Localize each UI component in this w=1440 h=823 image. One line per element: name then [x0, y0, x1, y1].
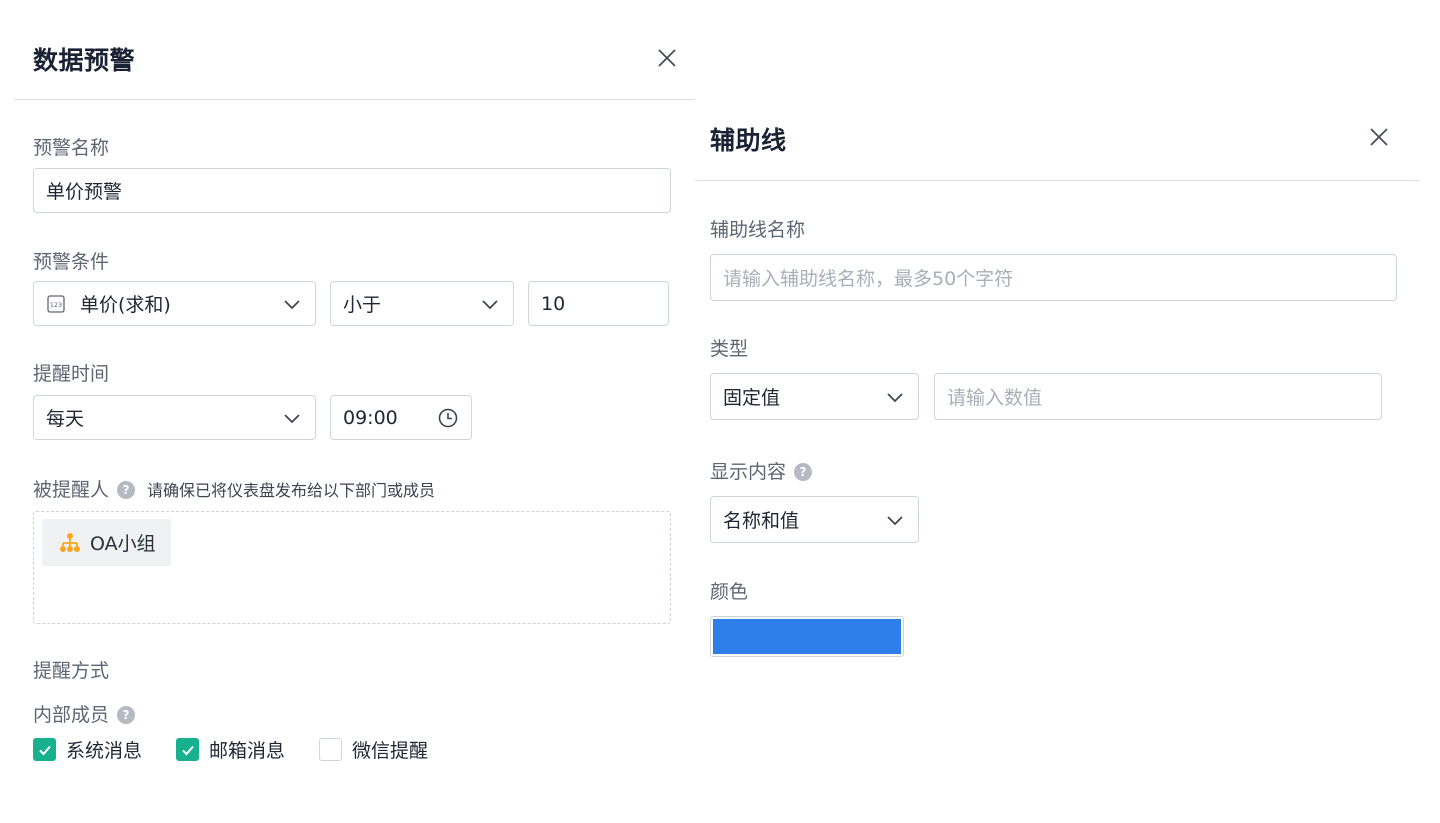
chevron-down-icon [886, 388, 904, 406]
aux-value-input[interactable]: 请输入数值 [934, 373, 1382, 420]
org-structure-icon [60, 532, 80, 552]
checkbox-label: 邮箱消息 [209, 740, 286, 762]
recipients-label: 被提醒人 [33, 479, 110, 501]
checkmark-icon [38, 745, 51, 755]
alert-name-label: 预警名称 [33, 137, 110, 159]
aux-display-label: 显示内容 [710, 461, 787, 483]
data-alert-panel: 数据预警 预警名称 单价预警 预警条件 123 单价(求和) 小于 10 提醒时… [14, 0, 695, 823]
notification-checkboxes: 系统消息 邮箱消息 微信提醒 [33, 736, 462, 763]
aux-value-placeholder: 请输入数值 [947, 387, 1043, 409]
aux-type-select[interactable]: 固定值 [710, 373, 919, 420]
aux-display-value: 名称和值 [723, 510, 800, 532]
time-picker-value: 09:00 [343, 406, 398, 429]
color-fill [713, 619, 901, 654]
alert-time-label: 提醒时间 [33, 363, 110, 385]
recipients-label-row: 被提醒人? 请确保已将仪表盘发布给以下部门或成员 [33, 475, 435, 502]
condition-field-select[interactable]: 123 单价(求和) [33, 281, 316, 326]
svg-text:123: 123 [50, 301, 62, 309]
time-picker-input[interactable]: 09:00 [330, 395, 472, 440]
condition-operator-value: 小于 [343, 294, 382, 316]
close-icon [658, 49, 676, 67]
chevron-down-icon [886, 511, 904, 529]
checkmark-icon [181, 745, 194, 755]
alert-close-button[interactable] [655, 46, 679, 70]
checkbox-label: 微信提醒 [352, 740, 429, 762]
aux-color-label: 颜色 [710, 581, 749, 603]
help-icon[interactable]: ? [794, 463, 813, 481]
checkbox-label: 系统消息 [66, 740, 143, 762]
recipient-tag[interactable]: OA小组 [42, 519, 171, 566]
help-icon[interactable]: ? [117, 706, 136, 724]
number-type-icon: 123 [46, 294, 66, 314]
aux-panel-header: 辅助线 [695, 98, 1420, 181]
time-frequency-value: 每天 [46, 408, 85, 430]
internal-members-label: 内部成员 [33, 704, 110, 726]
checkbox-email-message[interactable]: 邮箱消息 [176, 736, 285, 763]
alert-name-input[interactable]: 单价预警 [33, 168, 671, 213]
aux-panel-title: 辅助线 [710, 126, 787, 155]
condition-value-text: 10 [541, 292, 566, 315]
condition-field-value: 单价(求和) [80, 294, 171, 316]
aux-type-value: 固定值 [723, 387, 781, 409]
aux-name-input[interactable]: 请输入辅助线名称，最多50个字符 [710, 254, 1397, 301]
aux-close-button[interactable] [1367, 125, 1391, 149]
time-frequency-select[interactable]: 每天 [33, 395, 316, 440]
condition-operator-select[interactable]: 小于 [330, 281, 514, 326]
auxiliary-line-panel: 辅助线 辅助线名称 请输入辅助线名称，最多50个字符 类型 固定值 请输入数值 … [695, 98, 1420, 698]
chevron-down-icon [481, 295, 499, 313]
alert-condition-label: 预警条件 [33, 251, 110, 273]
alert-panel-title: 数据预警 [33, 46, 136, 75]
aux-display-row: 显示内容? [710, 457, 813, 484]
alert-panel-header: 数据预警 [14, 0, 695, 100]
chevron-down-icon [283, 295, 301, 313]
internal-members-row: 内部成员? [33, 700, 136, 727]
recipient-tag-label: OA小组 [90, 533, 156, 555]
chevron-down-icon [283, 409, 301, 427]
aux-display-select[interactable]: 名称和值 [710, 496, 919, 543]
checkbox-system-message[interactable]: 系统消息 [33, 736, 142, 763]
recipients-box[interactable]: OA小组 [33, 511, 671, 624]
alert-method-label: 提醒方式 [33, 660, 110, 682]
alert-name-value: 单价预警 [46, 181, 123, 203]
checkbox-box[interactable] [319, 738, 343, 761]
close-icon [1370, 128, 1388, 146]
aux-name-label: 辅助线名称 [710, 219, 806, 241]
aux-type-label: 类型 [710, 338, 749, 360]
help-icon[interactable]: ? [117, 481, 136, 499]
condition-value-input[interactable]: 10 [528, 281, 669, 326]
checkbox-box[interactable] [33, 738, 56, 761]
recipients-hint: 请确保已将仪表盘发布给以下部门或成员 [147, 481, 436, 500]
checkbox-wechat-reminder[interactable]: 微信提醒 [319, 736, 428, 763]
aux-color-picker[interactable] [710, 616, 904, 657]
aux-name-placeholder: 请输入辅助线名称，最多50个字符 [723, 268, 1014, 290]
checkbox-box[interactable] [176, 738, 200, 761]
clock-icon [437, 407, 459, 429]
